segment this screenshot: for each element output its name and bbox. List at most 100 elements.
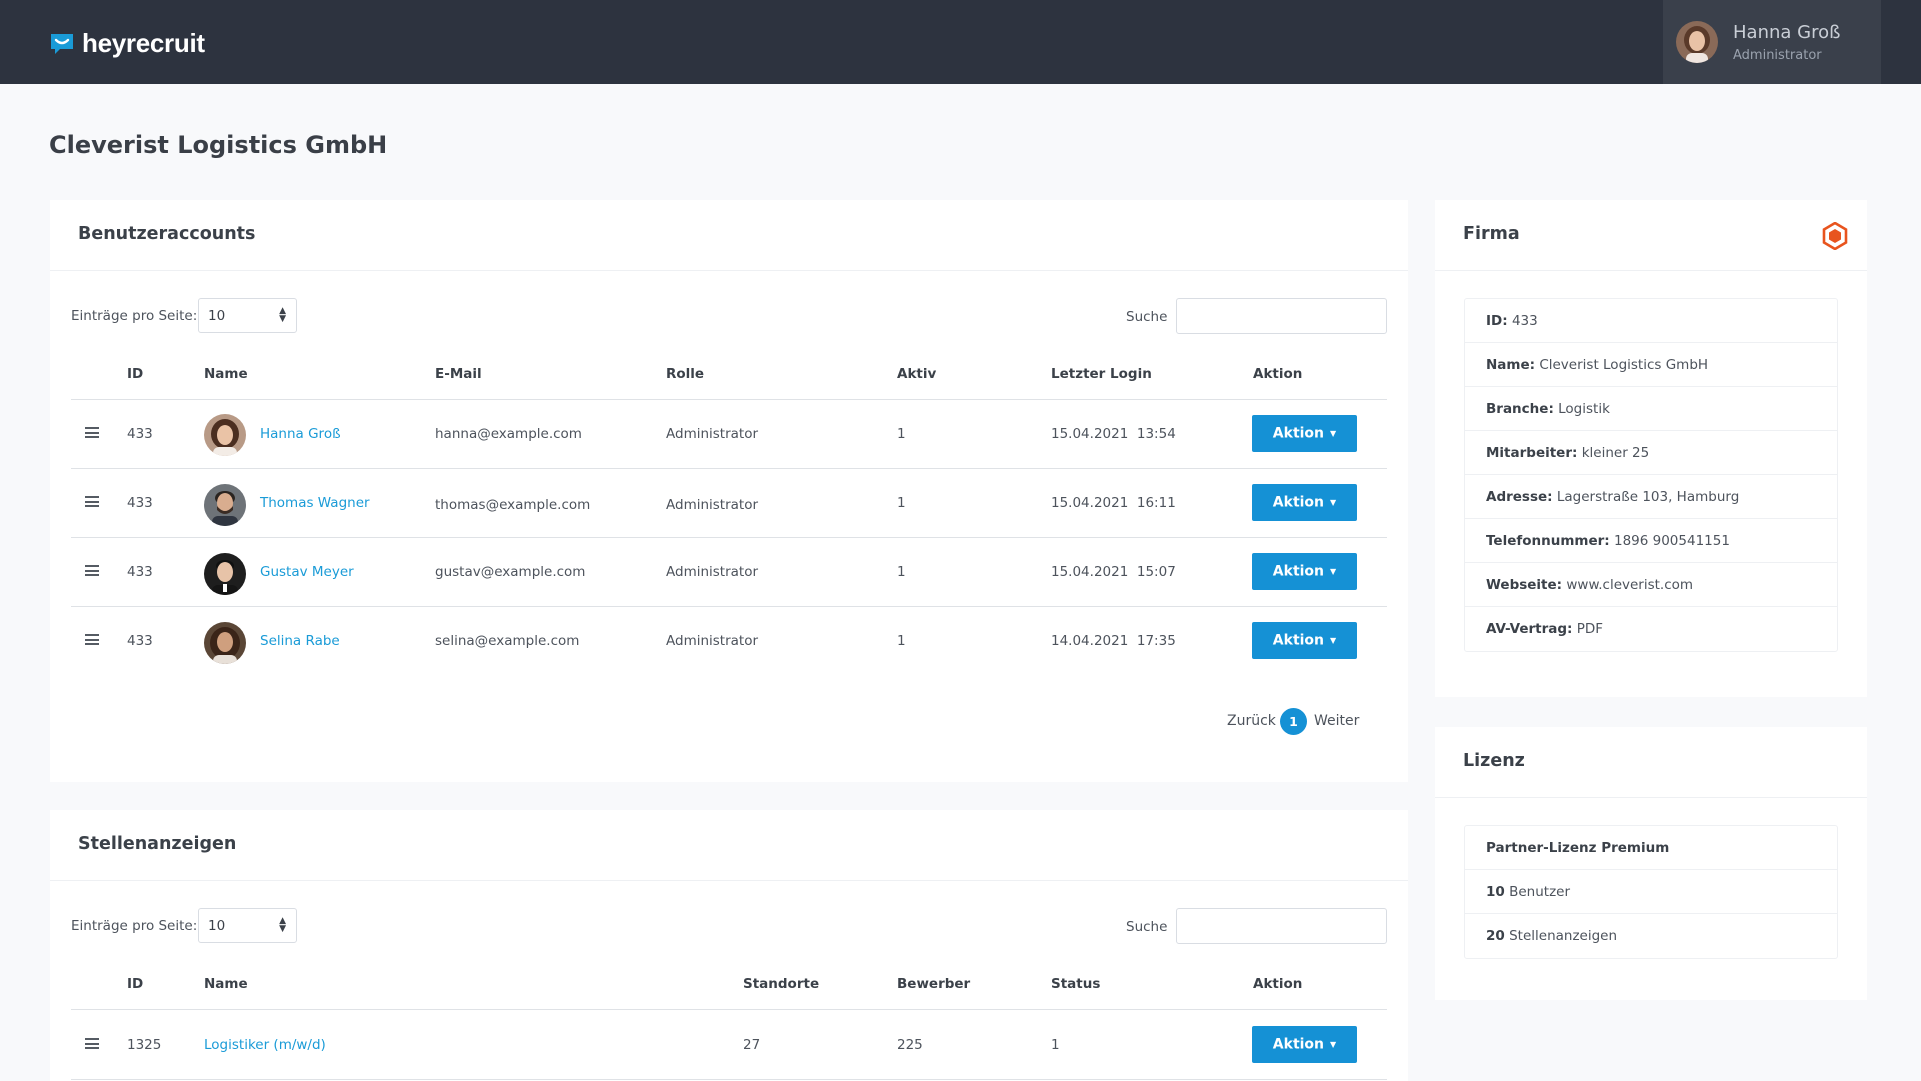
accounts-card: Benutzeraccounts Einträge pro Seite: 10 … [50,200,1408,782]
column-header-id[interactable]: ID [127,366,143,382]
caret-down-icon: ▼ [1330,636,1337,645]
row-id: 433 [127,564,153,580]
brand-logo[interactable]: heyrecruit [49,28,205,59]
row-email: hanna@example.com [435,426,582,442]
list-item: Partner-Lizenz Premium [1465,826,1837,870]
caret-down-icon: ▼ [1330,498,1337,507]
row-last-login: 15.04.2021 16:11 [1051,495,1176,511]
user-menu[interactable]: Hanna Groß Administrator [1663,0,1881,84]
job-name-link[interactable]: Logistiker (m/w/d) [204,1037,326,1053]
column-header-name[interactable]: Name [204,976,248,992]
row-role: Administrator [666,426,759,442]
search-label: Suche [1126,919,1168,935]
pagination-next[interactable]: Weiter [1314,713,1359,729]
avatar [1676,21,1718,63]
license-card: Lizenz Partner-Lizenz Premium 10 Benutze… [1435,727,1867,1000]
action-button[interactable]: Aktion ▼ [1252,553,1357,590]
updown-arrows-icon: ▲ ▼ [279,306,286,324]
row-role: Administrator [666,497,759,513]
action-button[interactable]: Aktion ▼ [1252,1026,1357,1063]
row-active: 1 [897,495,906,511]
column-header-name[interactable]: Name [204,366,248,382]
entries-per-page-select[interactable]: 10 ▲ ▼ [198,298,297,333]
list-item: Mitarbeiter: kleiner 25 [1465,431,1837,475]
list-item: Webseite: www.cleverist.com [1465,563,1837,607]
hamburger-icon[interactable] [85,1038,99,1049]
row-active: 1 [897,426,906,442]
column-header-role[interactable]: Rolle [666,366,704,382]
card-title: Firma [1463,224,1520,244]
hamburger-icon[interactable] [85,496,99,507]
page-title: Cleverist Logistics GmbH [49,131,388,159]
column-header-action: Aktion [1253,366,1303,382]
license-info-list: Partner-Lizenz Premium 10 Benutzer 20 St… [1464,825,1838,959]
column-header-applicants[interactable]: Bewerber [897,976,970,992]
row-email: selina@example.com [435,633,580,649]
row-last-login: 14.04.2021 17:35 [1051,633,1176,649]
list-item: 20 Stellenanzeigen [1486,928,1618,944]
card-title: Lizenz [1463,751,1525,771]
pagination-prev[interactable]: Zurück [1227,713,1276,729]
avatar [204,414,246,456]
pagination-current-page[interactable]: 1 [1280,708,1307,735]
updown-arrows-icon: ▲ ▼ [279,916,286,934]
row-applicants: 225 [897,1037,923,1053]
list-item: Branche: Logistik [1465,387,1837,431]
caret-down-icon: ▼ [1330,429,1337,438]
row-last-login: 15.04.2021 15:07 [1051,564,1176,580]
list-item: Adresse: Lagerstraße 103, Hamburg [1465,475,1837,519]
action-button[interactable]: Aktion ▼ [1252,622,1357,659]
row-id: 1325 [127,1037,162,1053]
row-email: gustav@example.com [435,564,586,580]
row-active: 1 [897,564,906,580]
avatar [204,484,246,526]
hexagon-logo-icon [1822,222,1848,250]
card-title: Benutzeraccounts [78,224,256,244]
row-last-login: 15.04.2021 13:54 [1051,426,1176,442]
company-card: Firma ID: 433 Name: Cleverist Logistics … [1435,200,1867,697]
hamburger-icon[interactable] [85,634,99,645]
row-id: 433 [127,633,153,649]
caret-down-icon: ▼ [1330,1040,1337,1049]
list-item: Telefonnummer: 1896 900541151 [1465,519,1837,563]
row-locations: 27 [743,1037,761,1053]
column-header-last-login[interactable]: Letzter Login [1051,366,1152,382]
brand-name: heyrecruit [82,28,205,58]
user-name-link[interactable]: Thomas Wagner [260,495,370,511]
list-item: 10 Benutzer [1465,870,1837,914]
pdf-link[interactable]: PDF [1577,621,1603,637]
action-button[interactable]: Aktion ▼ [1252,484,1357,521]
column-header-id[interactable]: ID [127,976,143,992]
row-status: 1 [1051,1037,1060,1053]
hamburger-icon[interactable] [85,565,99,576]
company-info-list: ID: 433 Name: Cleverist Logistics GmbH B… [1464,298,1838,652]
row-role: Administrator [666,564,759,580]
column-header-status[interactable]: Status [1051,976,1100,992]
chat-bubble-icon [51,33,73,54]
top-navbar: heyrecruit Hanna Groß Administrator [0,0,1921,84]
list-item: Name: Cleverist Logistics GmbH [1465,343,1837,387]
avatar [204,553,246,595]
search-input[interactable] [1176,908,1387,944]
user-name-link[interactable]: Gustav Meyer [260,564,354,580]
user-name: Hanna Groß [1733,21,1841,43]
jobs-card: Stellenanzeigen Einträge pro Seite: 10 ▲… [50,810,1408,1081]
column-header-email[interactable]: E-Mail [435,366,482,382]
column-header-action: Aktion [1253,976,1303,992]
user-name-link[interactable]: Hanna Groß [260,426,341,442]
search-input[interactable] [1176,298,1387,334]
action-button[interactable]: Aktion ▼ [1252,415,1357,452]
column-header-locations[interactable]: Standorte [743,976,819,992]
hamburger-icon[interactable] [85,427,99,438]
row-id: 433 [127,426,153,442]
entries-per-page-label: Einträge pro Seite: [71,918,198,934]
user-name-link[interactable]: Selina Rabe [260,633,340,649]
entries-per-page-select[interactable]: 10 ▲ ▼ [198,908,297,943]
column-header-active[interactable]: Aktiv [897,366,936,382]
user-role: Administrator [1733,47,1822,63]
caret-down-icon: ▼ [1330,567,1337,576]
row-active: 1 [897,633,906,649]
entries-per-page-label: Einträge pro Seite: [71,308,198,324]
avatar [204,622,246,664]
list-item: ID: 433 [1465,299,1837,343]
